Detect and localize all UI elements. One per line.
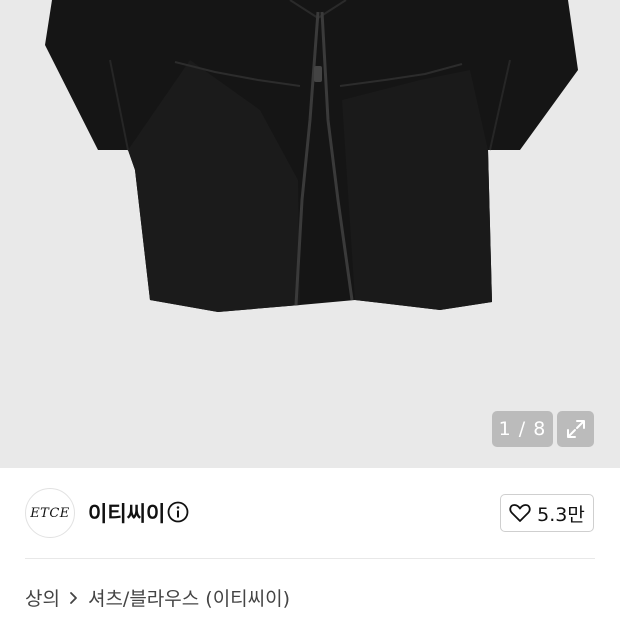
chevron-right-icon	[70, 591, 77, 604]
expand-icon	[566, 420, 585, 438]
info-icon[interactable]	[167, 501, 189, 523]
like-button[interactable]: 5.3만	[500, 494, 594, 532]
breadcrumb-subcategory[interactable]: 셔츠/블라우스 (이티씨이)	[88, 584, 290, 611]
expand-button[interactable]	[557, 411, 594, 447]
brand-name[interactable]: 이티씨이	[88, 498, 165, 528]
breadcrumb-category[interactable]: 상의	[25, 584, 60, 611]
breadcrumb: 상의 셔츠/블라우스 (이티씨이)	[25, 584, 290, 611]
heart-icon	[509, 504, 531, 522]
divider	[25, 558, 595, 559]
image-counter: 1 / 8	[492, 411, 553, 447]
product-image-gallery[interactable]: 1 / 8	[0, 0, 620, 468]
like-count: 5.3만	[537, 503, 585, 526]
product-photo	[45, 0, 578, 312]
brand-logo[interactable]: ETCE	[25, 488, 75, 538]
